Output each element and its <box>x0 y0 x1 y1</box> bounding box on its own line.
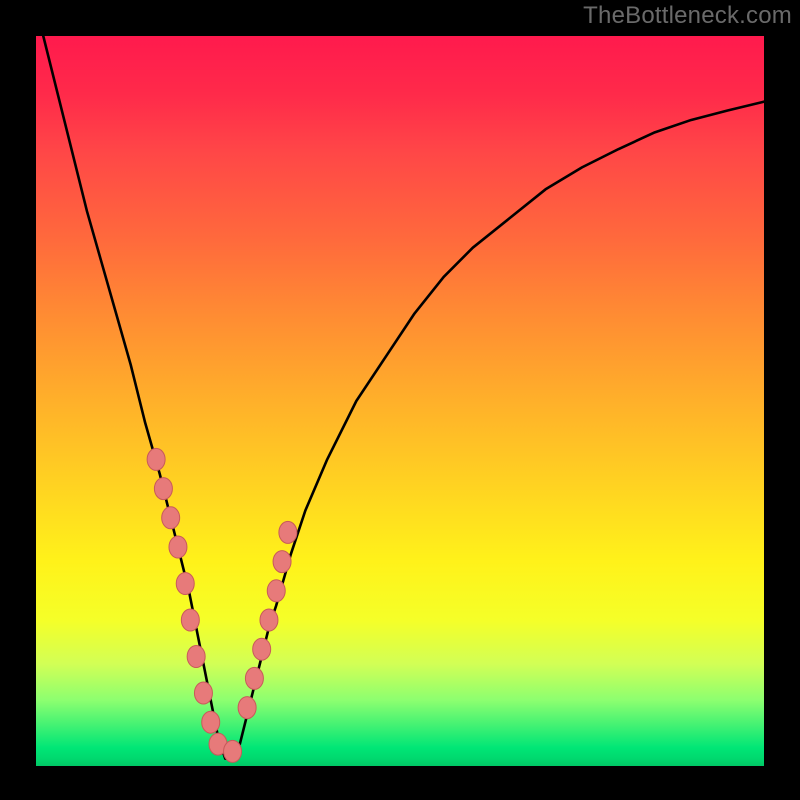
watermark-text: TheBottleneck.com <box>583 2 792 30</box>
curve-marker <box>162 507 180 529</box>
chart-frame: TheBottleneck.com <box>0 0 800 800</box>
bottleneck-curve <box>43 36 764 759</box>
curve-marker <box>260 609 278 631</box>
curve-marker <box>238 697 256 719</box>
curve-marker <box>169 536 187 558</box>
curve-marker <box>187 646 205 668</box>
curve-marker <box>181 609 199 631</box>
chart-svg <box>36 36 764 766</box>
plot-area <box>36 36 764 766</box>
curve-marker <box>267 580 285 602</box>
curve-marker <box>253 638 271 660</box>
curve-marker <box>202 711 220 733</box>
curve-marker <box>147 448 165 470</box>
curve-marker <box>273 551 291 573</box>
curve-marker <box>224 740 242 762</box>
curve-marker <box>279 521 297 543</box>
curve-marker <box>194 682 212 704</box>
curve-marker <box>245 667 263 689</box>
curve-marker <box>176 573 194 595</box>
curve-marker <box>154 478 172 500</box>
